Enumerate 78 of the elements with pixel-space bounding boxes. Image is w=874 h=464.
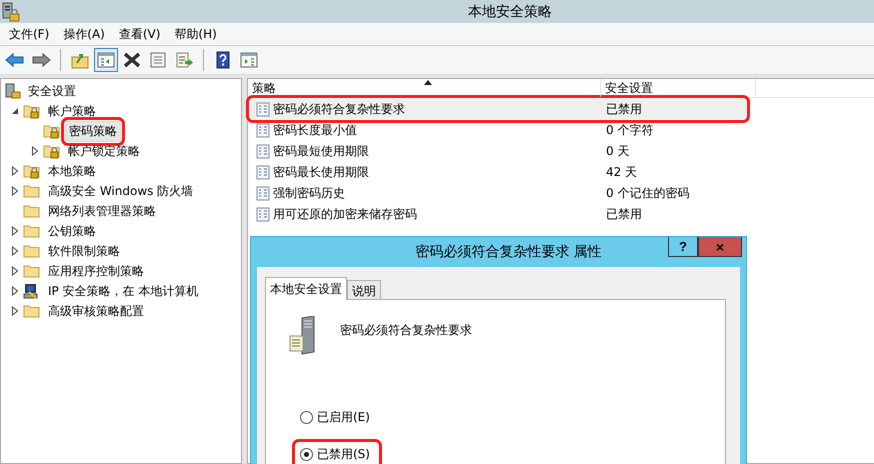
tree-item[interactable]: 本地策略 bbox=[45, 162, 99, 180]
expand-arrow-icon[interactable] bbox=[11, 226, 19, 236]
policy-icon bbox=[256, 186, 270, 200]
tab[interactable]: 说明 bbox=[347, 280, 381, 299]
policy-setting: 0 天 bbox=[605, 142, 630, 160]
server-lock-icon bbox=[5, 83, 21, 99]
policy-icon bbox=[256, 206, 270, 222]
policy-name: 密码最长使用期限 bbox=[273, 164, 369, 180]
locked-folder-icon bbox=[23, 103, 41, 119]
folder-up-icon bbox=[70, 51, 90, 69]
window-title: 本地安全策略 bbox=[467, 2, 553, 20]
policy-row[interactable]: 密码长度最小值 0 个字符 bbox=[250, 120, 746, 140]
back-arrow-icon bbox=[5, 51, 25, 69]
expand-arrow-icon[interactable] bbox=[11, 166, 19, 176]
export-list-icon bbox=[174, 51, 194, 69]
menu-item[interactable]: 查看(V) bbox=[114, 26, 170, 42]
menu-item[interactable]: 帮助(H) bbox=[169, 26, 226, 42]
server-lock-icon bbox=[2, 2, 20, 22]
policy-name: 密码必须符合复杂性要求 bbox=[340, 322, 472, 339]
expand-arrow-icon[interactable] bbox=[11, 286, 19, 296]
tree-item[interactable]: 软件限制策略 bbox=[45, 242, 123, 260]
tree-item[interactable]: 网络列表管理器策略 bbox=[45, 202, 159, 220]
tree-item[interactable]: 高级安全 Windows 防火墙 bbox=[45, 182, 196, 200]
folder-icon bbox=[23, 303, 41, 319]
tree-item[interactable]: IP 安全策略，在 本地计算机 bbox=[45, 282, 202, 300]
expand-arrow-icon[interactable] bbox=[11, 306, 19, 316]
locked-folder-icon bbox=[23, 163, 41, 179]
locked-folder-icon bbox=[43, 123, 61, 139]
expand-arrow-icon[interactable] bbox=[11, 186, 19, 196]
toolbar-button[interactable] bbox=[94, 48, 118, 72]
folder-icon bbox=[23, 223, 41, 239]
policy-row[interactable]: 密码最长使用期限 42 天 bbox=[250, 162, 746, 182]
policy-name: 密码必须符合复杂性要求 bbox=[273, 100, 405, 118]
policy-row[interactable]: 密码最短使用期限 0 天 bbox=[250, 141, 746, 161]
policy-icon bbox=[256, 164, 270, 180]
policy-setting: 已禁用 bbox=[605, 206, 643, 222]
policy-name: 密码长度最小值 bbox=[273, 122, 357, 138]
policy-name: 强制密码历史 bbox=[273, 184, 345, 202]
policy-setting: 42 天 bbox=[605, 164, 638, 180]
policy-name: 密码最短使用期限 bbox=[273, 142, 369, 160]
tree-item[interactable]: 安全设置 bbox=[25, 82, 79, 100]
properties-icon bbox=[148, 51, 168, 69]
tree-item[interactable]: 高级审核策略配置 bbox=[45, 302, 147, 320]
policy-setting: 0 个记住的密码 bbox=[605, 184, 690, 202]
menu-item[interactable]: 操作(A) bbox=[58, 26, 114, 42]
folder-icon bbox=[23, 203, 41, 219]
tree-item[interactable]: 帐户锁定策略 bbox=[65, 142, 143, 160]
policy-icon bbox=[256, 122, 270, 138]
policy-name: 用可还原的加密来储存密码 bbox=[273, 206, 417, 222]
folder-icon bbox=[23, 183, 41, 199]
expand-arrow-icon[interactable] bbox=[11, 266, 19, 276]
radio-option[interactable]: 已启用(E) bbox=[296, 406, 378, 429]
expand-arrow-icon[interactable] bbox=[31, 146, 39, 156]
tree-pane-icon bbox=[96, 51, 116, 69]
policy-icon bbox=[256, 102, 270, 116]
tree-item[interactable]: 帐户策略 bbox=[45, 102, 99, 120]
folder-icon bbox=[23, 263, 41, 279]
action-pane-icon bbox=[239, 51, 259, 69]
policy-row[interactable]: 用可还原的加密来储存密码 已禁用 bbox=[250, 204, 746, 224]
menu-item[interactable]: 文件(F) bbox=[4, 26, 58, 42]
policy-setting: 已禁用 bbox=[605, 100, 643, 118]
forward-arrow-icon bbox=[31, 51, 51, 69]
sort-up-icon bbox=[424, 80, 432, 85]
help-button[interactable]: ? bbox=[668, 237, 698, 257]
tab[interactable]: 本地安全设置 bbox=[265, 277, 347, 300]
folder-icon bbox=[23, 243, 41, 259]
locked-folder-icon bbox=[43, 143, 61, 159]
expand-arrow-icon[interactable] bbox=[11, 246, 19, 256]
delete-icon bbox=[122, 51, 142, 69]
close-button[interactable]: × bbox=[698, 237, 742, 257]
policy-setting: 0 个字符 bbox=[605, 122, 654, 138]
dialog-title: 密码必须符合复杂性要求 属性 bbox=[415, 243, 602, 261]
policy-icon bbox=[256, 144, 270, 158]
policy-row[interactable]: 强制密码历史 0 个记住的密码 bbox=[250, 183, 746, 203]
collapse-arrow-icon[interactable] bbox=[11, 107, 19, 115]
tree-item[interactable]: 公钥策略 bbox=[45, 222, 99, 240]
policy-row[interactable]: 密码必须符合复杂性要求 已禁用 bbox=[250, 99, 746, 119]
tree-item[interactable]: 应用程序控制策略 bbox=[45, 262, 147, 280]
